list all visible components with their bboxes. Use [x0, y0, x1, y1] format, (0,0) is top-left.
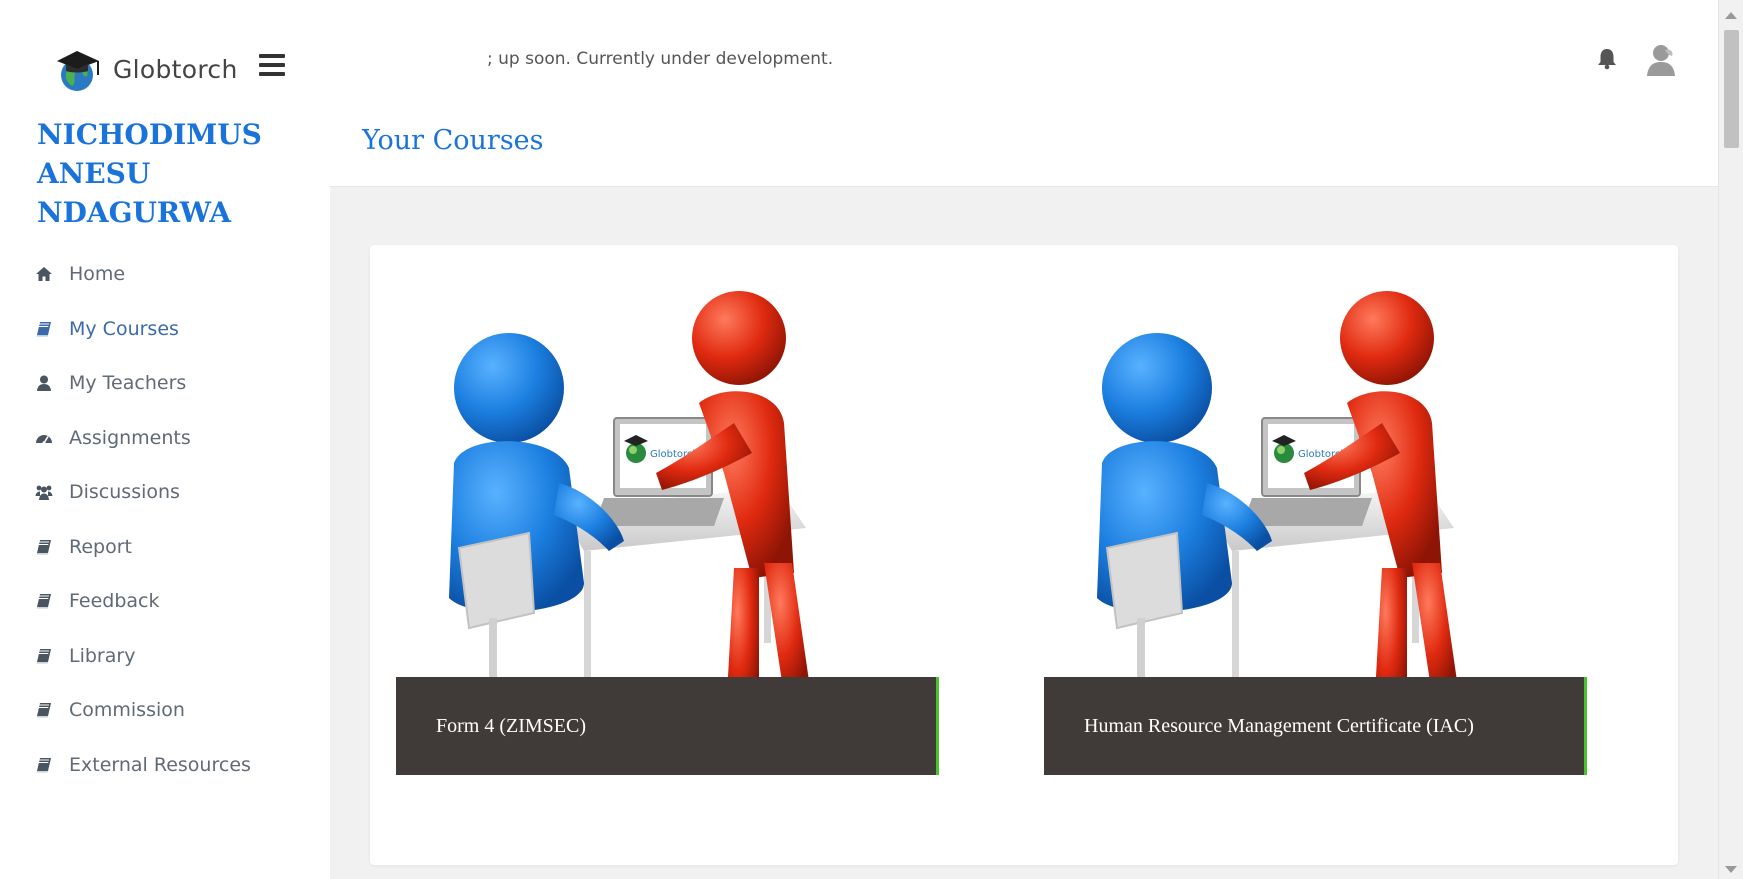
- sidebar-item-label: Library: [69, 644, 136, 667]
- sidebar-item-label: External Resources: [69, 753, 251, 776]
- user-avatar-icon[interactable]: [1642, 40, 1682, 80]
- book-icon: [36, 321, 51, 337]
- sidebar-item-my-teachers[interactable]: My Teachers: [0, 356, 330, 411]
- course-card[interactable]: Form 4 (ZIMSEC): [396, 283, 941, 813]
- book-icon: [35, 538, 53, 556]
- sidebar-item-discussions[interactable]: Discussions: [0, 465, 330, 520]
- sidebar-item-external-resources[interactable]: External Resources: [0, 738, 330, 793]
- scroll-down-arrow-icon[interactable]: [1725, 866, 1737, 873]
- course-card[interactable]: Human Resource Management Certificate (I…: [1044, 283, 1589, 813]
- sidebar-item-label: Feedback: [69, 590, 160, 613]
- sidebar-item-label: Assignments: [69, 426, 191, 449]
- announcement-ticker: ; up soon. Currently under development.: [487, 44, 1047, 74]
- book-icon: [35, 647, 53, 665]
- page-header: Your Courses: [330, 107, 1718, 187]
- bell-icon[interactable]: [1596, 46, 1618, 70]
- sidebar-item-report[interactable]: Report: [0, 520, 330, 575]
- sidebar-item-label: My Courses: [69, 317, 179, 340]
- course-title: Human Resource Management Certificate (I…: [1084, 714, 1474, 737]
- sidebar: NICHODIMUS ANESU NDAGURWA Home My Course…: [0, 107, 330, 879]
- scroll-up-arrow-icon[interactable]: [1725, 12, 1737, 19]
- courses-panel: Form 4 (ZIMSEC) Human Resource Managemen…: [370, 245, 1678, 865]
- announcement-text: ; up soon. Currently under development.: [487, 49, 834, 69]
- page-title: Your Courses: [362, 125, 544, 156]
- sidebar-item-commission[interactable]: Commission: [0, 683, 330, 738]
- sidebar-item-home[interactable]: Home: [0, 247, 330, 302]
- book-icon: [35, 592, 53, 610]
- course-title-bar[interactable]: Human Resource Management Certificate (I…: [1044, 677, 1587, 775]
- book-icon: [35, 756, 53, 774]
- home-icon: [36, 267, 52, 282]
- page-scrollbar[interactable]: [1718, 0, 1743, 879]
- student-name: NICHODIMUS ANESU NDAGURWA: [37, 118, 262, 229]
- brand-name: Globtorch: [113, 54, 238, 84]
- course-title: Form 4 (ZIMSEC): [436, 714, 586, 737]
- top-header: Globtorch ; up soon. Currently under dev…: [0, 0, 1718, 108]
- main-content: Your Courses Form 4 (ZIMSEC) Human Resou…: [330, 107, 1718, 879]
- hamburger-icon[interactable]: [259, 54, 285, 80]
- brand[interactable]: Globtorch: [55, 45, 238, 93]
- sidebar-item-my-courses[interactable]: My Courses: [0, 302, 330, 357]
- course-title-bar[interactable]: Form 4 (ZIMSEC): [396, 677, 939, 775]
- user-icon: [37, 375, 51, 392]
- scrollbar-thumb[interactable]: [1724, 30, 1739, 148]
- sidebar-item-feedback[interactable]: Feedback: [0, 574, 330, 629]
- sidebar-item-library[interactable]: Library: [0, 629, 330, 684]
- book-icon: [35, 701, 53, 719]
- sidebar-item-label: Discussions: [69, 481, 180, 504]
- sidebar-item-label: Commission: [69, 699, 185, 722]
- sidebar-item-assignments[interactable]: Assignments: [0, 411, 330, 466]
- dashboard-icon: [36, 434, 52, 445]
- sidebar-nav: Home My Courses My Teachers Assignments …: [0, 247, 330, 792]
- graduation-cap-globe-icon: [57, 51, 99, 91]
- group-icon: [35, 485, 53, 501]
- sidebar-item-label: Home: [69, 263, 126, 286]
- sidebar-item-label: Report: [69, 535, 132, 558]
- sidebar-item-label: My Teachers: [69, 372, 187, 395]
